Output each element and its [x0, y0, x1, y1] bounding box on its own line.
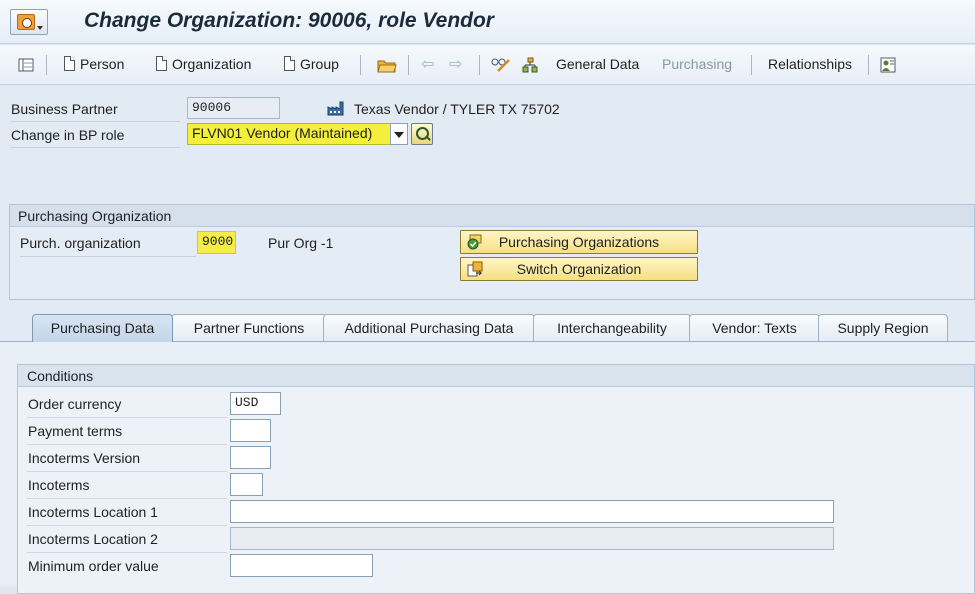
- bp-role-label: Change in BP role: [11, 127, 125, 143]
- divider: [27, 417, 227, 418]
- toolbar-separator: [408, 55, 409, 75]
- tab-purchasing-data[interactable]: Purchasing Data: [32, 314, 173, 342]
- toolbar-separator: [751, 55, 752, 75]
- group-button[interactable]: Group: [284, 56, 339, 72]
- conditions-group: Conditions: [17, 364, 975, 594]
- group-label: Group: [300, 56, 339, 72]
- main-content: Business Partner 90006 Texas Vendor / TY…: [0, 86, 975, 594]
- divider: [10, 121, 180, 122]
- incoterms-version-field[interactable]: [230, 446, 271, 469]
- toolbar-separator: [868, 55, 869, 75]
- incoterms-location-2-label: Incoterms Location 2: [28, 531, 158, 547]
- open-folder-icon[interactable]: [377, 57, 397, 73]
- document-icon: [284, 56, 295, 71]
- business-partner-description: Texas Vendor / TYLER TX 75702: [354, 101, 560, 117]
- relationships-button[interactable]: Relationships: [768, 56, 852, 72]
- minimum-order-value-field[interactable]: [230, 554, 373, 577]
- title-bar: Change Organization: 90006, role Vendor: [0, 0, 975, 44]
- tab-interchangeability[interactable]: Interchangeability: [533, 314, 691, 342]
- incoterms-version-label: Incoterms Version: [28, 450, 141, 466]
- divider: [27, 471, 227, 472]
- business-partner-label: Business Partner: [11, 101, 118, 117]
- factory-icon: [327, 101, 344, 116]
- switch-icon: [467, 261, 483, 277]
- purchasing-organization-header: Purchasing Organization: [10, 205, 974, 227]
- toolbar-separator: [479, 55, 480, 75]
- person-label: Person: [80, 56, 125, 72]
- arrow-left-icon[interactable]: ⇦: [421, 57, 434, 73]
- minimum-order-value-label: Minimum order value: [28, 558, 159, 574]
- divider: [10, 147, 180, 148]
- organization-button[interactable]: Organization: [156, 56, 251, 72]
- tab-partner-functions[interactable]: Partner Functions: [171, 314, 327, 342]
- sap-menu-icon: [17, 14, 35, 30]
- display-role-button[interactable]: [411, 123, 433, 145]
- purch-org-label: Purch. organization: [20, 235, 141, 251]
- toolbar-separator: [46, 55, 47, 75]
- page-title: Change Organization: 90006, role Vendor: [84, 9, 494, 32]
- bp-role-dropdown[interactable]: [390, 123, 408, 145]
- purchasing-button[interactable]: Purchasing: [662, 56, 732, 72]
- system-menu-button[interactable]: [10, 9, 48, 35]
- tab-strip: Purchasing Data Partner Functions Additi…: [0, 314, 975, 342]
- bp-role-select[interactable]: FLVN01 Vendor (Maintained): [187, 123, 391, 145]
- document-icon: [156, 56, 167, 71]
- glasses-edit-icon[interactable]: [490, 57, 512, 73]
- incoterms-field[interactable]: [230, 473, 263, 496]
- application-toolbar: Person Organization Group ⇦ ⇨ General Da…: [0, 45, 975, 85]
- tab-supply-region[interactable]: Supply Region: [818, 314, 948, 342]
- divider: [20, 256, 196, 257]
- order-currency-field[interactable]: USD: [230, 392, 281, 415]
- payment-terms-label: Payment terms: [28, 423, 123, 439]
- person-details-icon[interactable]: [880, 57, 896, 73]
- tab-panel-purchasing-data: Conditions Order currency USD Payment te…: [0, 341, 975, 594]
- divider: [27, 552, 227, 553]
- checklist-icon: [467, 234, 482, 250]
- purch-org-field[interactable]: 9000: [197, 231, 236, 254]
- tab-vendor-texts[interactable]: Vendor: Texts: [689, 314, 820, 342]
- purchasing-organizations-label: Purchasing Organizations: [498, 234, 660, 250]
- business-partner-field[interactable]: 90006: [187, 97, 280, 119]
- purchasing-organizations-button[interactable]: Purchasing Organizations: [460, 230, 698, 254]
- list-view-icon[interactable]: [18, 57, 34, 73]
- divider: [27, 444, 227, 445]
- divider: [27, 498, 227, 499]
- divider: [27, 525, 227, 526]
- hierarchy-icon[interactable]: [522, 57, 538, 73]
- toolbar-separator: [360, 55, 361, 75]
- arrow-right-icon[interactable]: ⇨: [449, 57, 462, 73]
- switch-organization-label: Switch Organization: [516, 261, 642, 277]
- general-data-button[interactable]: General Data: [556, 56, 639, 72]
- order-currency-label: Order currency: [28, 396, 122, 412]
- chevron-down-icon: [394, 132, 404, 138]
- incoterms-location-1-field[interactable]: [230, 500, 834, 523]
- conditions-header: Conditions: [18, 365, 974, 387]
- payment-terms-field[interactable]: [230, 419, 271, 442]
- document-icon: [64, 56, 75, 71]
- tab-additional-purchasing-data[interactable]: Additional Purchasing Data: [323, 314, 535, 342]
- switch-organization-button[interactable]: Switch Organization: [460, 257, 698, 281]
- organization-label: Organization: [172, 56, 252, 72]
- incoterms-location-1-label: Incoterms Location 1: [28, 504, 158, 520]
- person-button[interactable]: Person: [64, 56, 124, 72]
- incoterms-label: Incoterms: [28, 477, 90, 493]
- incoterms-location-2-field[interactable]: [230, 527, 834, 550]
- purch-org-description: Pur Org -1: [268, 235, 334, 251]
- chevron-down-icon: [37, 26, 43, 30]
